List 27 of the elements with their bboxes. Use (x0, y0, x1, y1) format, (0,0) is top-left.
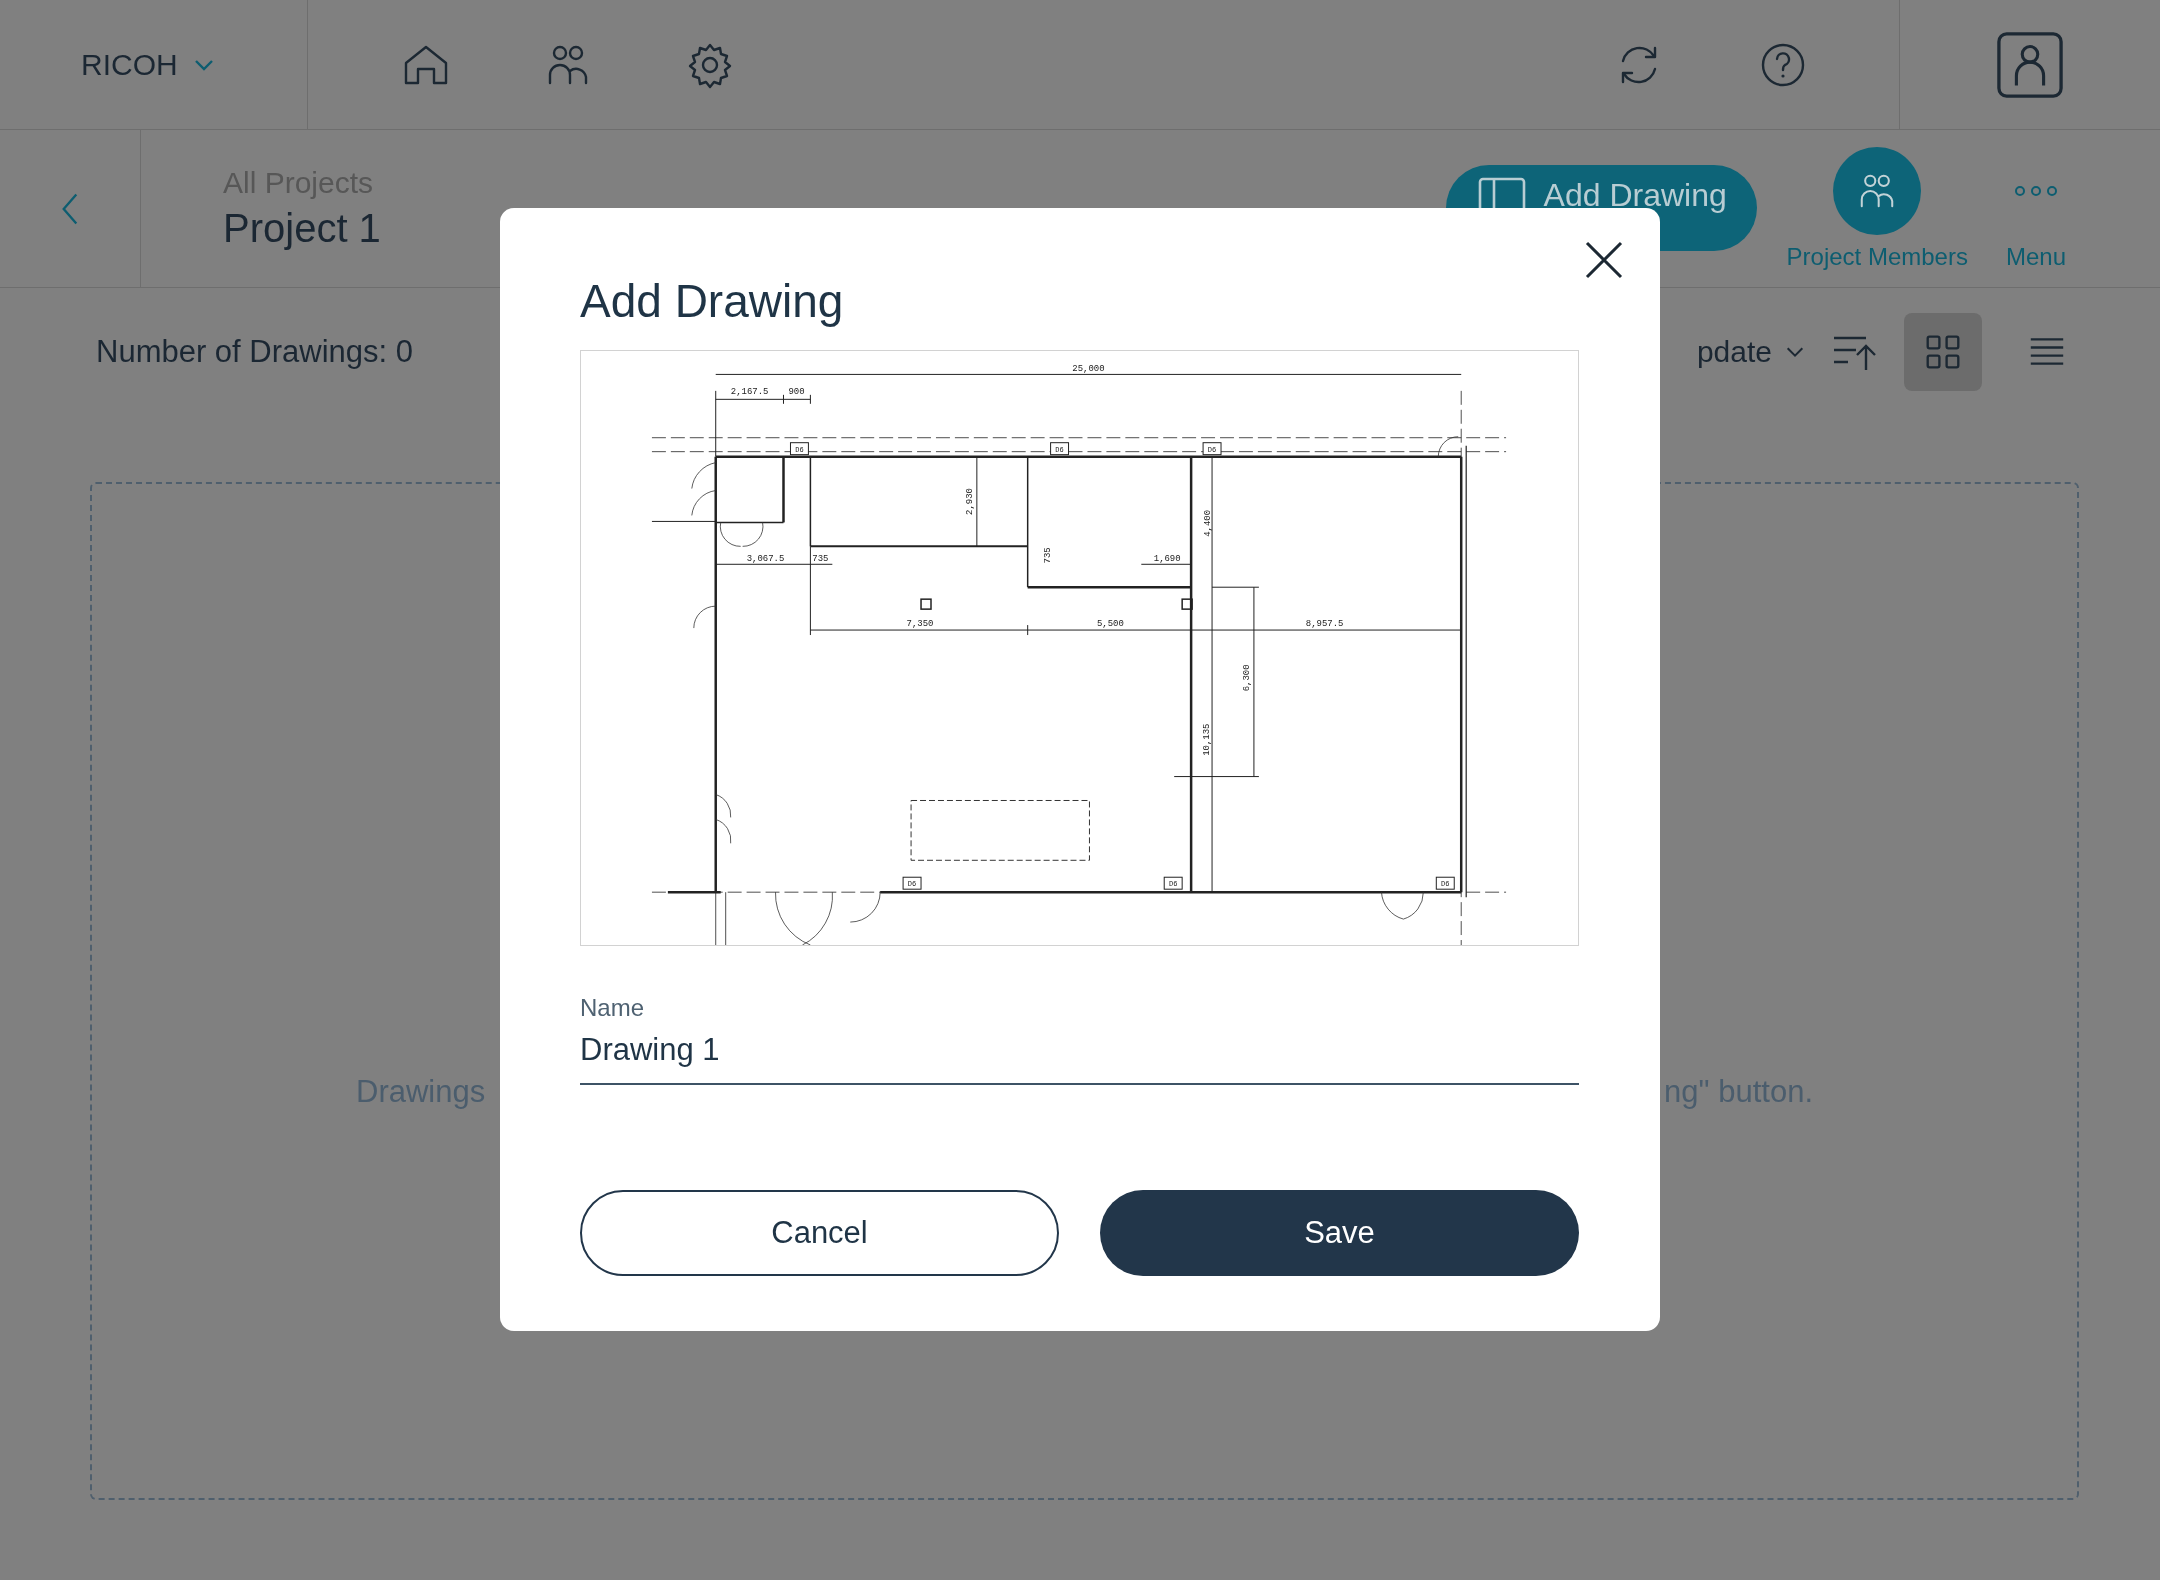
dialog-title: Add Drawing (580, 274, 845, 329)
save-button[interactable]: Save (1100, 1190, 1579, 1276)
more-icon (2013, 184, 2058, 197)
dimension-label: 10,135 (1202, 723, 1213, 756)
user-icon[interactable] (1996, 30, 2064, 99)
dimension-label: 2,930 (964, 488, 975, 515)
brand-menu[interactable]: RICOH (81, 47, 216, 82)
cancel-button[interactable]: Cancel (580, 1190, 1059, 1276)
dimension-label: 4,400 (1203, 510, 1214, 537)
project-title: Project 1 (223, 206, 382, 251)
dimension-label: 6,300 (1241, 664, 1252, 692)
dimension-label: 7,350 (906, 619, 934, 630)
drawing-count: Number of Drawings: 0 (96, 334, 413, 370)
dimension-label: 3,067.5 (746, 554, 785, 565)
dimension-label: 25,000 (1072, 363, 1105, 374)
field-label: Name (580, 994, 645, 1022)
dimension-label: 1,690 (1153, 554, 1181, 565)
dimension-label: 900 (788, 386, 805, 397)
grid-view-button[interactable] (1904, 313, 1982, 391)
close-icon[interactable] (1584, 240, 1624, 280)
dimension-label: 2,167.5 (730, 386, 769, 397)
dimension-label: 8,957.5 (1305, 619, 1344, 630)
sort-dropdown[interactable]: pdate (1696, 335, 1806, 369)
grid-icon (1925, 334, 1961, 370)
dimension-label: 735 (1042, 547, 1053, 564)
dimension-label: 735 (812, 554, 829, 565)
dimension-label: 5,500 (1096, 619, 1124, 630)
